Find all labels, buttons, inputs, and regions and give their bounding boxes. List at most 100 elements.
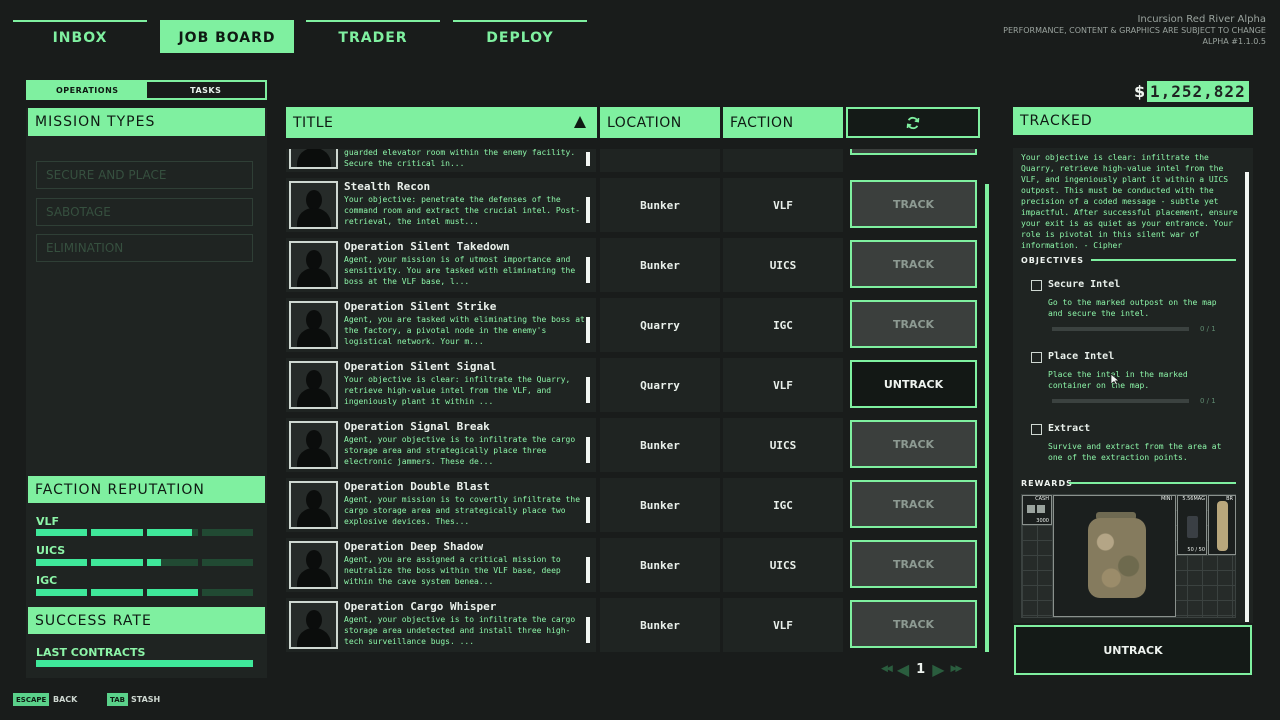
row-description: guarded elevator room within the enemy f…	[344, 149, 576, 168]
objective-3-checkbox[interactable]	[1031, 424, 1042, 435]
reward-cash-label: CASH	[1035, 496, 1049, 502]
job-list-scrollbar[interactable]	[985, 184, 989, 652]
track-button[interactable]: TRACK	[850, 600, 977, 648]
tab-key-hint: TAB	[107, 693, 128, 706]
agent-avatar-icon	[289, 241, 338, 289]
subtab-tasks[interactable]: TASKS	[147, 82, 266, 98]
mission-type-secure-and-place[interactable]: SECURE AND PLACE	[36, 161, 253, 189]
back-hint-label[interactable]: BACK	[53, 695, 77, 704]
reputation-segment-fill	[91, 559, 143, 566]
description-scrollbar[interactable]	[586, 377, 590, 403]
build-info: Incursion Red River Alpha PERFORMANCE, C…	[1003, 14, 1266, 47]
table-row[interactable]: Operation Double Blast Agent, your missio…	[286, 478, 980, 532]
description-scrollbar[interactable]	[586, 197, 590, 223]
table-row[interactable]: Operation Deep Shadow Agent, you are assi…	[286, 538, 980, 592]
refresh-button[interactable]	[846, 107, 980, 138]
build-version: ALPHA #1.1.0.5	[1202, 37, 1266, 46]
description-scrollbar[interactable]	[586, 497, 590, 523]
track-button[interactable]: TRACK	[850, 540, 977, 588]
reward-magazine-label: 5.56MAG	[1182, 496, 1205, 502]
description-scrollbar[interactable]	[586, 437, 590, 463]
reward-br[interactable]: BR	[1208, 495, 1236, 555]
prev-page-icon[interactable]: ◀	[897, 660, 909, 679]
mission-types-title: MISSION TYPES	[28, 108, 265, 136]
reputation-segment-fill	[91, 529, 143, 536]
row-mission-name: Operation Double Blast	[344, 480, 490, 493]
track-button[interactable]: TRACK	[850, 480, 977, 528]
tab-deploy[interactable]: DEPLOY	[453, 20, 587, 53]
escape-key-hint: ESCAPE	[13, 693, 50, 706]
reputation-segment-fill	[146, 529, 192, 536]
track-button[interactable]: TRACK	[850, 420, 977, 468]
description-scrollbar[interactable]	[586, 152, 590, 166]
left-panel: MISSION TYPES SECURE AND PLACE SABOTAGE …	[26, 108, 267, 678]
mission-type-sabotage[interactable]: SABOTAGE	[36, 198, 253, 226]
reputation-segment	[91, 529, 143, 536]
table-row[interactable]: Operation Signal Break Agent, your object…	[286, 418, 980, 472]
row-title-cell: Operation Silent Strike Agent, you are ta…	[286, 298, 596, 352]
track-button[interactable]: TRACK	[850, 240, 977, 288]
reward-backpack[interactable]: MINI	[1053, 495, 1176, 617]
objective-1-checkbox[interactable]	[1031, 280, 1042, 291]
table-row-partial[interactable]: guarded elevator room within the enemy f…	[286, 149, 980, 172]
column-title-header[interactable]: TITLE	[286, 107, 597, 138]
next-page-icon[interactable]: ▶	[932, 660, 944, 679]
stash-hint-label[interactable]: STASH	[131, 695, 160, 704]
mission-type-elimination[interactable]: ELIMINATION	[36, 234, 253, 262]
row-title-cell: guarded elevator room within the enemy f…	[286, 149, 596, 172]
table-row[interactable]: Stealth Recon Your objective: penetrate t…	[286, 178, 980, 232]
row-faction-cell: UICS	[723, 418, 843, 472]
reputation-segment-fill	[146, 589, 198, 596]
tracked-description: Your objective is clear: infiltrate the …	[1021, 153, 1238, 250]
untrack-button[interactable]: UNTRACK	[850, 360, 977, 408]
objective-1-title: Secure Intel	[1048, 279, 1121, 290]
column-location-header[interactable]: LOCATION	[600, 107, 720, 138]
objective-1-progress-bar	[1052, 327, 1189, 331]
reward-cash[interactable]: CASH 3000	[1022, 495, 1052, 525]
untrack-button[interactable]: UNTRACK	[1014, 625, 1252, 675]
table-row[interactable]: Operation Silent Takedown Agent, your mis…	[286, 238, 980, 292]
table-row[interactable]: Operation Cargo Whisper Agent, your objec…	[286, 598, 980, 652]
faction-igc-label: IGC	[36, 574, 58, 587]
reward-magazine[interactable]: 5.56MAG 50 / 50	[1177, 495, 1207, 555]
column-faction-header[interactable]: FACTION	[723, 107, 843, 138]
table-row[interactable]: Operation Silent Signal Your objective is…	[286, 358, 980, 412]
agent-avatar-icon	[289, 149, 338, 169]
subtab-operations[interactable]: OPERATIONS	[28, 82, 147, 98]
reputation-segment	[201, 559, 253, 566]
description-scrollbar[interactable]	[586, 257, 590, 283]
last-contracts-bar	[36, 660, 253, 667]
track-button[interactable]: TRACK	[850, 300, 977, 348]
objective-1-progress: 0 / 1	[1200, 325, 1216, 333]
canister-icon	[1217, 501, 1228, 551]
row-location-cell: Bunker	[600, 538, 720, 592]
success-rate-title: SUCCESS RATE	[28, 607, 265, 634]
money-amount: 1,252,822	[1147, 81, 1249, 102]
reputation-segment-fill	[91, 589, 143, 596]
tab-job-board[interactable]: JOB BOARD	[160, 20, 294, 53]
faction-reputation-title: FACTION REPUTATION	[28, 476, 265, 503]
backpack-body	[1088, 518, 1146, 598]
operations-tasks-toggle: OPERATIONS TASKS	[26, 80, 267, 100]
sort-ascending-icon	[574, 116, 586, 128]
description-scrollbar[interactable]	[586, 317, 590, 343]
track-button[interactable]: TRACK	[850, 180, 977, 228]
magazine-icon	[1187, 516, 1198, 538]
faction-vlf-label: VLF	[36, 515, 60, 528]
first-page-icon[interactable]: ◀◀	[881, 664, 893, 674]
reputation-segment	[201, 529, 253, 536]
track-button[interactable]	[850, 149, 977, 155]
row-location-cell: Bunker	[600, 178, 720, 232]
row-location-cell: Quarry	[600, 358, 720, 412]
objective-2-progress: 0 / 1	[1200, 397, 1216, 405]
description-scrollbar[interactable]	[586, 617, 590, 643]
description-scrollbar[interactable]	[586, 557, 590, 583]
objective-2-checkbox[interactable]	[1031, 352, 1042, 363]
tracked-scrollbar[interactable]	[1245, 172, 1249, 622]
row-mission-name: Operation Silent Signal	[344, 360, 497, 373]
tab-trader[interactable]: TRADER	[306, 20, 440, 53]
table-row[interactable]: Operation Silent Strike Agent, you are ta…	[286, 298, 980, 352]
last-page-icon[interactable]: ▶▶	[951, 664, 963, 674]
row-description: Your objective is clear: infiltrate the …	[344, 375, 571, 406]
tab-inbox[interactable]: INBOX	[13, 20, 147, 53]
